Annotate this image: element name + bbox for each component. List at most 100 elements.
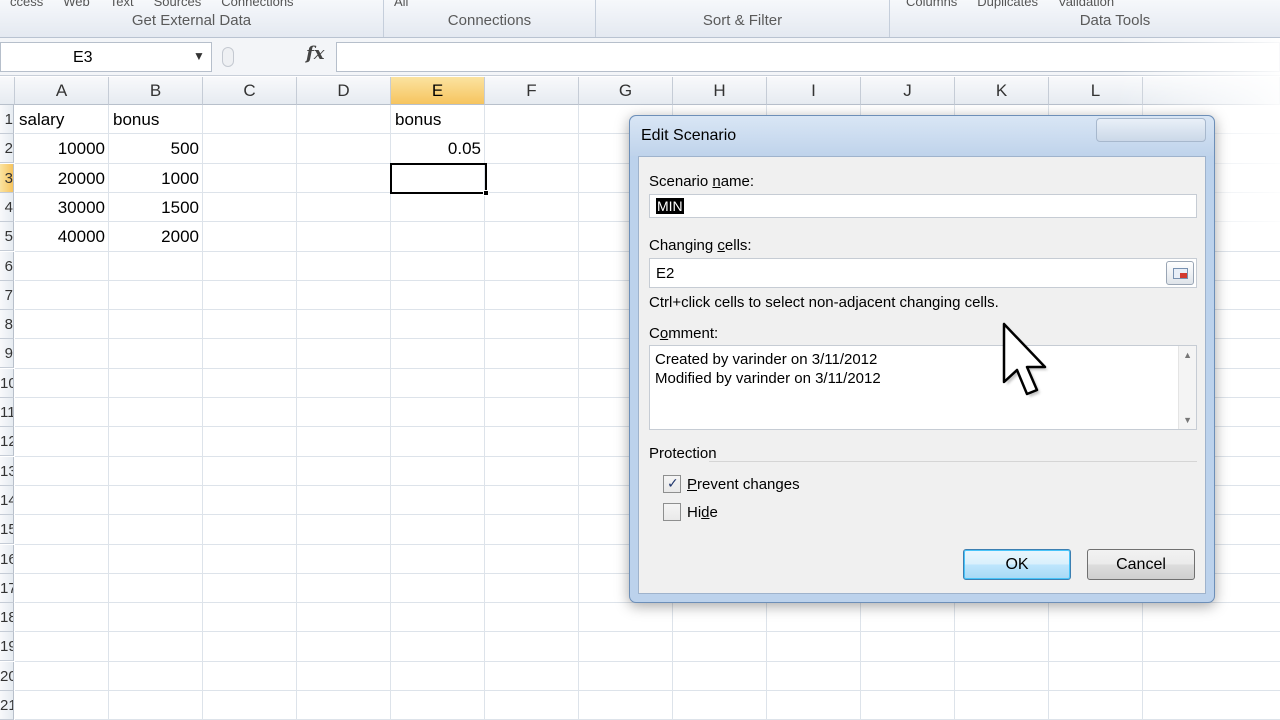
ribbon-button-access[interactable]: ccess: [10, 0, 43, 9]
row-header-19[interactable]: 19: [0, 632, 14, 662]
row-header-3[interactable]: 3: [0, 163, 14, 193]
fill-handle[interactable]: [483, 190, 489, 196]
active-cell[interactable]: [390, 163, 489, 196]
hide-checkbox[interactable]: [663, 503, 681, 521]
cell-a2[interactable]: 10000: [15, 134, 109, 163]
changing-cells-hint: Ctrl+click cells to select non-adjacent …: [649, 294, 999, 311]
ribbon-button-text-to-columns[interactable]: Columns: [906, 0, 957, 9]
formula-bar: E3 ▼ fx: [0, 38, 1280, 76]
cell-b1[interactable]: bonus: [109, 105, 203, 134]
row-header-6[interactable]: 6: [0, 251, 14, 281]
ribbon-group-connections: All Connections: [384, 0, 596, 37]
cell-e2[interactable]: 0.05: [391, 134, 485, 163]
column-header-d[interactable]: D: [297, 77, 391, 105]
name-box[interactable]: E3 ▼: [0, 42, 212, 72]
column-header-b[interactable]: B: [109, 77, 203, 105]
cell-a4[interactable]: 30000: [15, 193, 109, 222]
column-header-e[interactable]: E: [391, 77, 485, 105]
scenario-name-value: MIN: [656, 198, 684, 214]
column-header-j[interactable]: J: [861, 77, 955, 105]
cell-b2[interactable]: 500: [109, 134, 203, 163]
row-header-11[interactable]: 11: [0, 398, 14, 427]
column-header-h[interactable]: H: [673, 77, 767, 105]
ribbon: ccess Web Text Sources Connections Get Exter…: [0, 0, 1280, 38]
chevron-down-icon[interactable]: ▼: [193, 49, 205, 63]
ribbon-group-label: Connections: [447, 12, 532, 29]
column-header-i[interactable]: I: [767, 77, 861, 105]
ribbon-group-get-external-data: ccess Web Text Sources Connections Get Exter…: [0, 0, 384, 37]
range-select-button[interactable]: [1166, 261, 1194, 285]
edit-scenario-dialog: Edit Scenario Scenario name: MIN Changin…: [629, 115, 1215, 603]
cancel-button[interactable]: Cancel: [1087, 549, 1195, 580]
row-header-15[interactable]: 15: [0, 515, 14, 545]
ribbon-button-connections[interactable]: Connections: [221, 0, 293, 9]
ribbon-button-refresh-all[interactable]: All: [394, 0, 408, 9]
dialog-titlebar[interactable]: Edit Scenario: [630, 116, 1214, 156]
ribbon-button-text[interactable]: Text: [110, 0, 134, 9]
ok-button[interactable]: OK: [963, 549, 1071, 580]
cell-b5[interactable]: 2000: [109, 222, 203, 251]
row-header-9[interactable]: 9: [0, 339, 14, 369]
comment-scrollbar[interactable]: ▲ ▼: [1178, 346, 1196, 429]
gridline-vertical: [390, 105, 391, 720]
row-header-21[interactable]: 21: [0, 691, 14, 720]
row-header-20[interactable]: 20: [0, 661, 14, 691]
ribbon-toprow: All: [384, 0, 595, 9]
select-all-corner[interactable]: [0, 77, 15, 105]
scenario-name-input[interactable]: MIN: [649, 194, 1197, 218]
row-header-17[interactable]: 17: [0, 573, 14, 603]
gridline-vertical: [484, 105, 485, 720]
row-header-7[interactable]: 7: [0, 280, 14, 310]
row-header-12[interactable]: 12: [0, 427, 14, 457]
cell-b3[interactable]: 1000: [109, 164, 203, 193]
range-select-icon: [1173, 268, 1188, 279]
ribbon-group-data-tools: Columns Duplicates Validation Data Tools: [890, 0, 1280, 37]
cell-a1[interactable]: salary: [15, 105, 109, 134]
column-header-c[interactable]: C: [203, 77, 297, 105]
row-header-18[interactable]: 18: [0, 603, 14, 633]
scroll-up-icon[interactable]: ▲: [1183, 350, 1192, 360]
changing-cells-input[interactable]: E2: [649, 258, 1197, 288]
changing-cells-value: E2: [656, 265, 675, 282]
close-button[interactable]: [1096, 118, 1206, 142]
row-header-4[interactable]: 4: [0, 192, 14, 222]
name-box-value: E3: [73, 49, 93, 66]
column-header-g[interactable]: G: [579, 77, 673, 105]
comment-textarea[interactable]: Created by varinder on 3/11/2012 Modifie…: [649, 345, 1197, 430]
row-header-2[interactable]: 2: [0, 134, 14, 164]
ribbon-group-label: Get External Data: [131, 12, 252, 29]
cell-e1[interactable]: bonus: [391, 105, 485, 134]
ribbon-group-sort-filter: Sort & Filter: [596, 0, 890, 37]
scenario-name-label: Scenario name:: [649, 173, 755, 190]
row-header-16[interactable]: 16: [0, 544, 14, 574]
ribbon-button-web[interactable]: Web: [63, 0, 90, 9]
ribbon-button-remove-duplicates[interactable]: Duplicates: [977, 0, 1038, 9]
row-header-8[interactable]: 8: [0, 310, 14, 340]
row-header-1[interactable]: 1: [0, 105, 14, 134]
resize-grip-icon[interactable]: [222, 47, 234, 67]
gridline-horizontal: [15, 690, 1280, 691]
row-header-10[interactable]: 10: [0, 368, 14, 398]
ribbon-toprow: Columns Duplicates Validation: [896, 0, 1280, 9]
cell-a5[interactable]: 40000: [15, 222, 109, 251]
dialog-title: Edit Scenario: [641, 127, 737, 144]
column-header-f[interactable]: F: [485, 77, 579, 105]
prevent-changes-label: Prevent changes: [687, 476, 800, 493]
row-header-5[interactable]: 5: [0, 222, 14, 252]
scroll-down-icon[interactable]: ▼: [1183, 415, 1192, 425]
prevent-changes-checkbox[interactable]: ✓: [663, 475, 681, 493]
row-header-13[interactable]: 13: [0, 456, 14, 486]
gridline-horizontal: [15, 631, 1280, 633]
cell-b4[interactable]: 1500: [109, 193, 203, 222]
changing-cells-label: Changing cells:: [649, 237, 752, 254]
cell-a3[interactable]: 20000: [15, 164, 109, 193]
checkmark-icon: ✓: [667, 475, 679, 491]
protection-divider: [709, 461, 1197, 462]
ribbon-button-sources[interactable]: Sources: [154, 0, 202, 9]
ribbon-button-data-validation[interactable]: Validation: [1058, 0, 1114, 9]
comment-line: Modified by varinder on 3/11/2012: [655, 370, 881, 387]
row-header-14[interactable]: 14: [0, 485, 14, 515]
column-header-a[interactable]: A: [15, 77, 109, 105]
column-header-k[interactable]: K: [955, 77, 1049, 105]
fx-icon[interactable]: fx: [306, 43, 324, 64]
